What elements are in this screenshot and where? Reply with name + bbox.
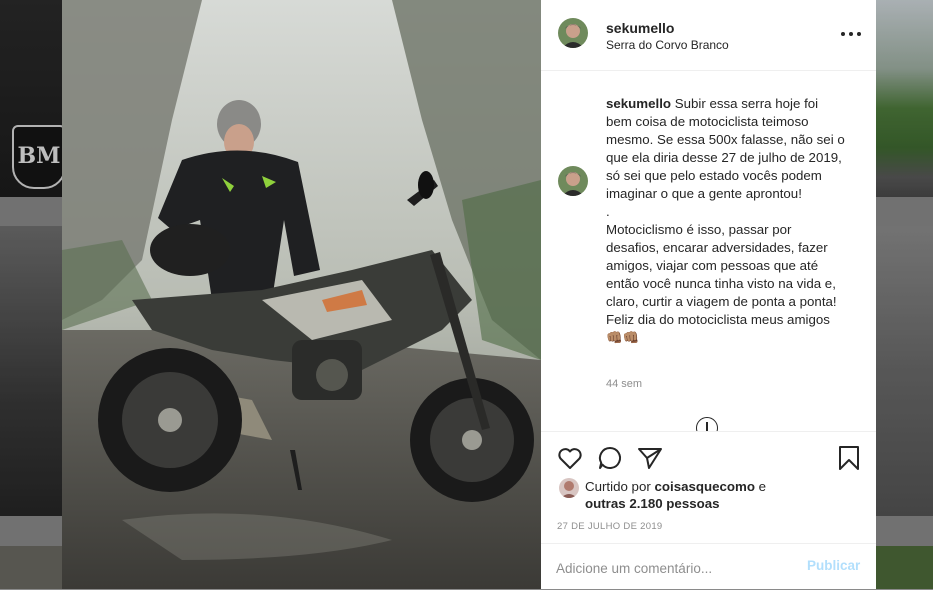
comment-input[interactable] [556, 558, 786, 578]
likes-count-link[interactable]: outras 2.180 pessoas [585, 496, 720, 511]
post-photo[interactable] [62, 0, 541, 589]
username-link[interactable]: sekumello [606, 20, 674, 36]
post-time-ago[interactable]: 44 sem [606, 378, 642, 390]
comments-section[interactable]: sekumello Subir essa serra hoje foi bem … [541, 71, 876, 431]
likes-suffix: e [754, 479, 767, 494]
more-options-icon[interactable] [839, 26, 863, 42]
post-caption: sekumello Subir essa serra hoje foi bem … [606, 95, 846, 347]
comment-icon[interactable] [596, 444, 624, 472]
likes-summary: Curtido por coisasquecomo e outras 2.180 … [541, 478, 876, 518]
avatar[interactable] [558, 166, 588, 196]
post-side-panel: sekumello Serra do Corvo Branco sekumell… [541, 0, 876, 589]
paper-plane-icon[interactable] [636, 444, 664, 472]
caption-username-link[interactable]: sekumello [606, 96, 671, 111]
caption-text: Subir essa serra hoje foi bem coisa de m… [606, 96, 845, 345]
location-link[interactable]: Serra do Corvo Branco [606, 38, 729, 52]
motorcycle-photo [62, 0, 541, 589]
publish-button[interactable]: Publicar [807, 558, 860, 573]
liked-by-user-link[interactable]: coisasquecomo [654, 479, 755, 494]
post-date[interactable]: 27 DE JULHO DE 2019 [557, 521, 663, 532]
heart-icon[interactable] [556, 444, 584, 472]
comment-form: Publicar [541, 543, 876, 590]
post-modal: sekumello Serra do Corvo Branco sekumell… [62, 0, 876, 589]
plus-circle-icon[interactable] [696, 417, 718, 431]
likes-text: Curtido por coisasquecomo e outras 2.180 … [585, 478, 865, 512]
avatar[interactable] [559, 478, 579, 498]
bookmark-icon[interactable] [835, 444, 863, 472]
post-header: sekumello Serra do Corvo Branco [541, 0, 876, 71]
action-bar [541, 431, 876, 482]
likes-prefix: Curtido por [585, 479, 655, 494]
avatar[interactable] [558, 18, 588, 48]
